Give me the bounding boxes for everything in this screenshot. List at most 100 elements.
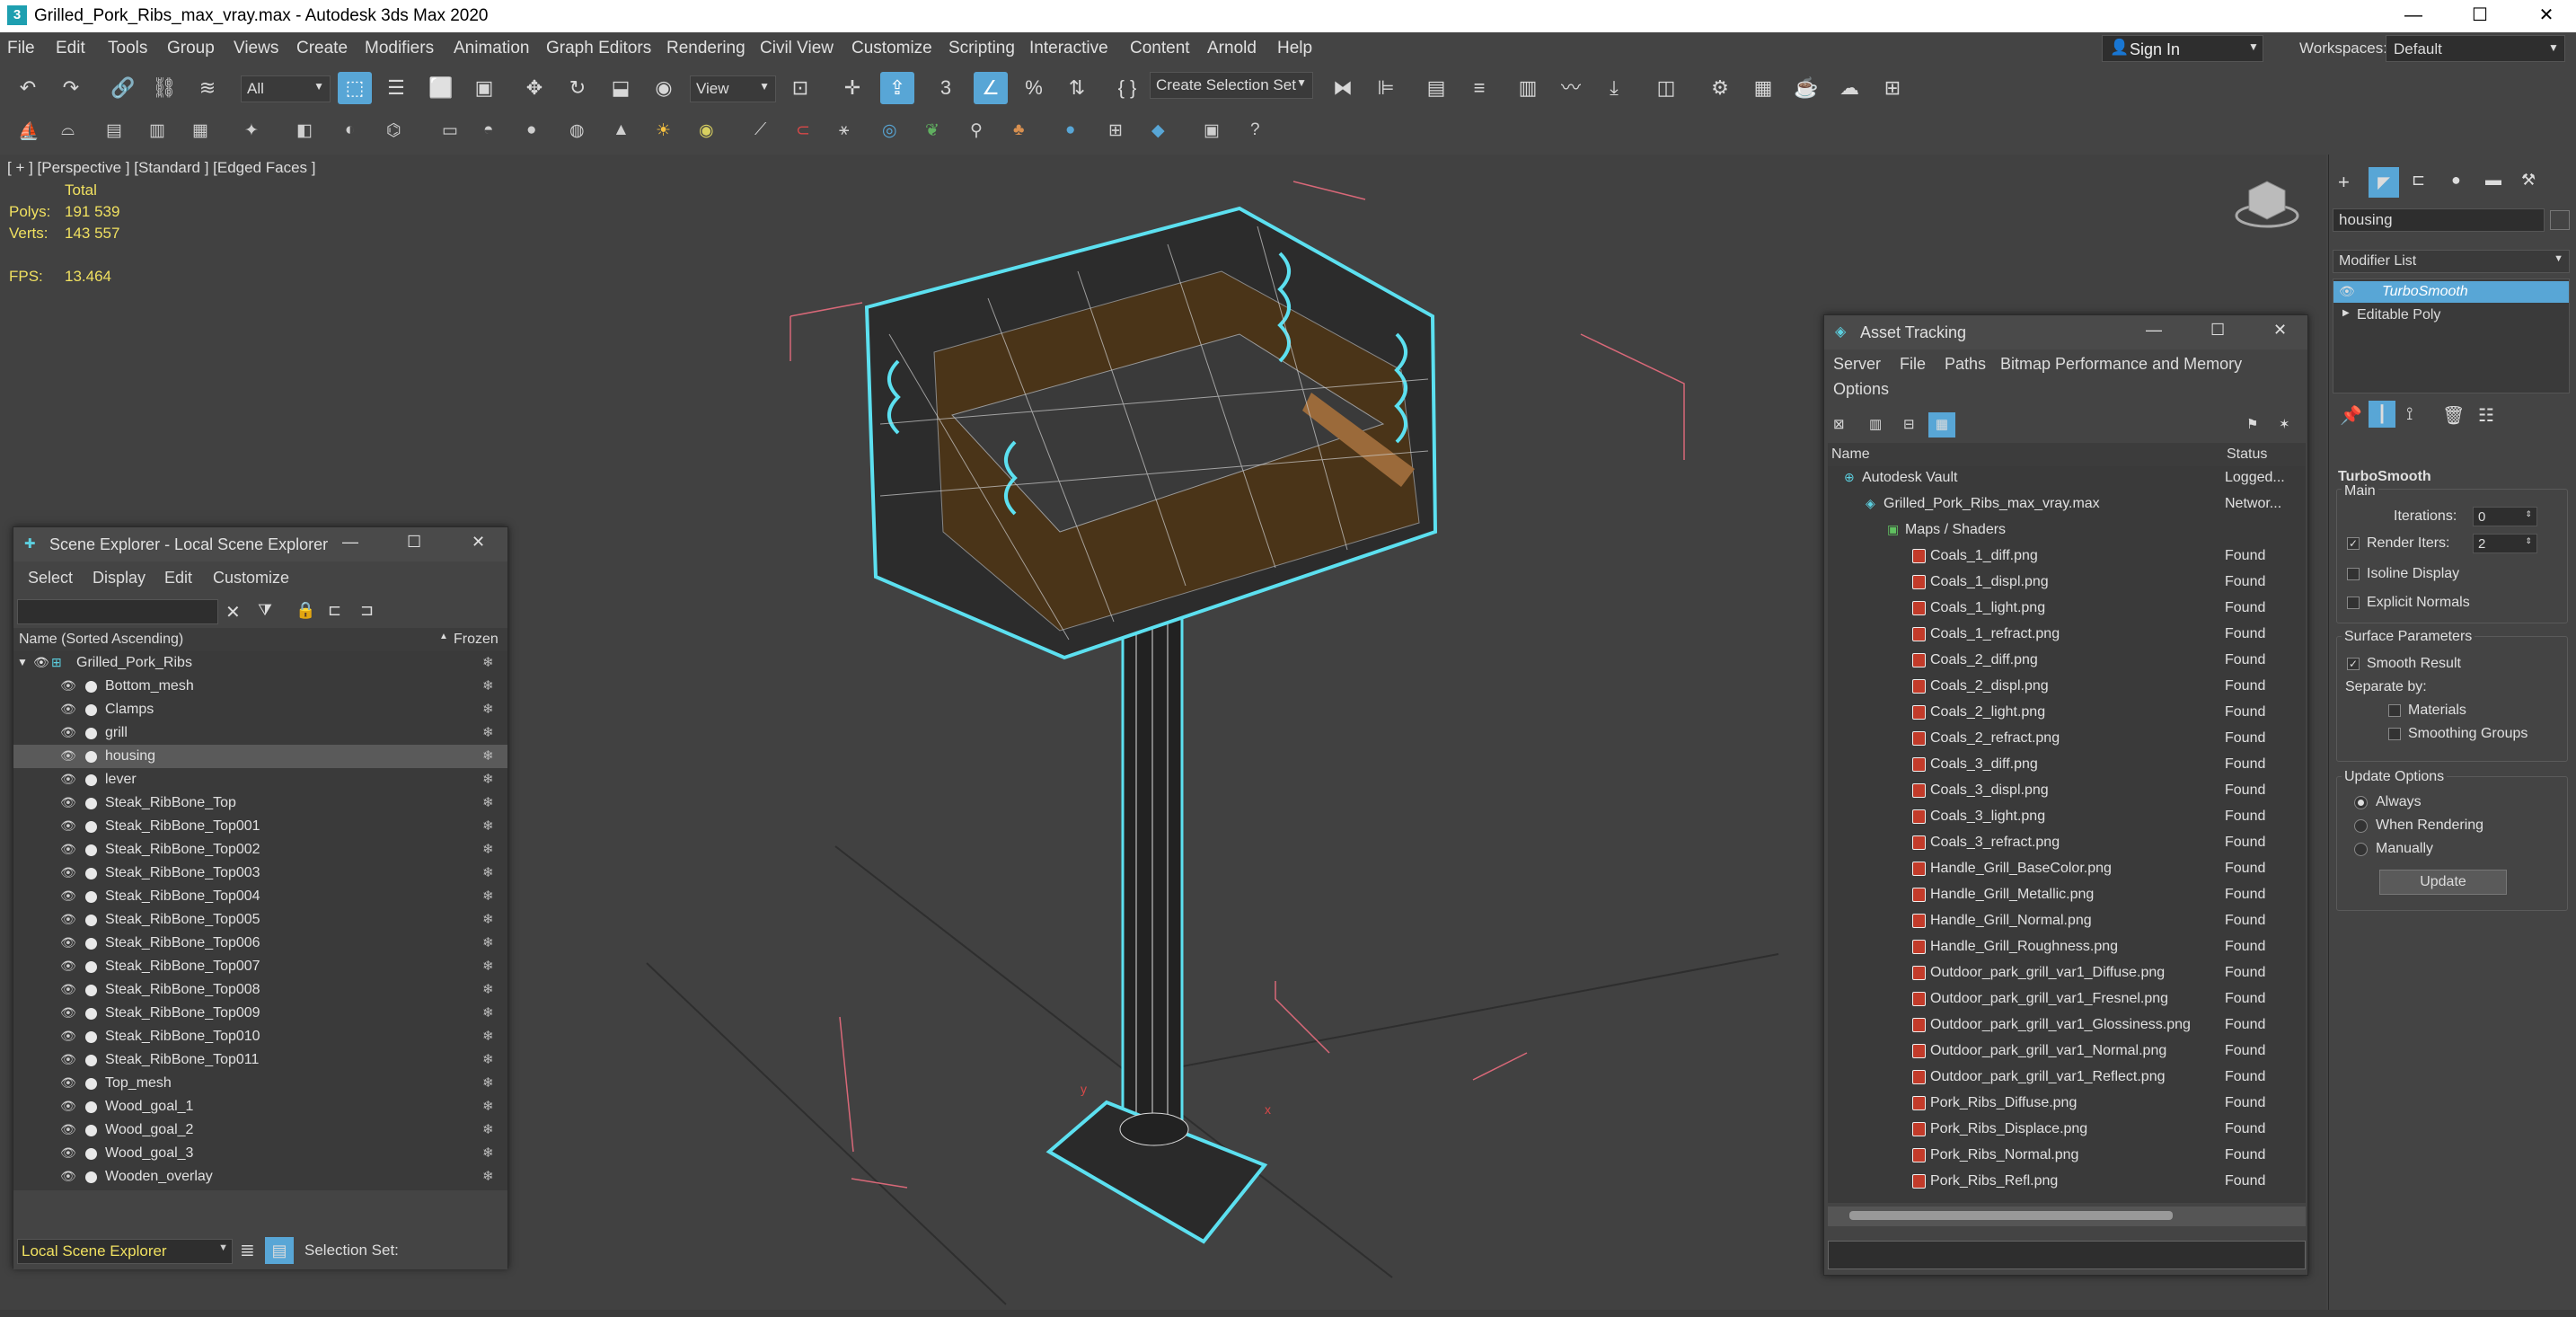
percent-snap-icon[interactable]: % [1017,72,1051,104]
smoothing-groups-checkbox[interactable] [2388,728,2401,740]
plant-icon[interactable]: ❦ [925,120,940,141]
minimize-icon[interactable]: — [2146,321,2162,340]
bone-icon[interactable]: ⚹ [839,120,849,140]
layer-explorer-icon[interactable]: ≡ [1462,72,1496,104]
pivot-center-icon[interactable]: ⊡ [783,72,817,104]
tree-view-icon[interactable]: ▦ [1928,412,1955,438]
frozen-icon[interactable]: ❄ [482,911,494,927]
eye-icon[interactable]: 👁 [60,1145,76,1160]
eye-icon[interactable]: 👁 [60,1005,76,1020]
eye-icon[interactable]: 👁 [60,748,76,763]
spinner-snap-icon[interactable]: ⇅ [1060,72,1094,104]
asset-row[interactable]: Handle_Grill_Roughness.png Found [1828,935,2306,959]
vault-icon[interactable]: ✶ [2279,416,2290,432]
scene-object-row[interactable]: 👁 Wood_goal_1 ❄ [13,1095,507,1118]
asset-row[interactable]: Handle_Grill_Normal.png Found [1828,909,2306,933]
clear-search-icon[interactable]: ✕ [225,601,241,623]
unlink-icon[interactable]: ⛓ [147,72,181,104]
menu-help[interactable]: Help [1277,39,1312,58]
lock-icon[interactable]: 🔒 [296,601,315,620]
scene-object-row[interactable]: 👁 Steak_RibBone_Top008 ❄ [13,978,507,1002]
open-explorer-icon[interactable]: ⛵ [18,120,40,142]
select-object-icon[interactable]: ⬚ [338,72,372,104]
link-icon[interactable]: 🔗 [106,72,140,104]
eye-icon[interactable]: 👁 [60,818,76,833]
frozen-icon[interactable]: ❄ [482,701,494,717]
rendered-frame-icon[interactable]: ▦ [1746,72,1780,104]
update-button[interactable]: Update [2379,870,2507,895]
list-icon[interactable]: ▥ [149,120,165,141]
configure-modifier-icon[interactable]: ☷ [2478,404,2494,427]
render-cloud-icon[interactable]: ☁ [1832,72,1866,104]
se-menu-display[interactable]: Display [93,569,146,588]
minimize-icon[interactable]: — [342,533,358,552]
named-selection-dropdown[interactable]: Create Selection Set ▼ [1150,72,1313,99]
tree-icon[interactable]: ♣ [1013,120,1024,140]
asset-row[interactable]: Outdoor_park_grill_var1_Diffuse.png Found [1828,961,2306,985]
container-icon[interactable]: ⌓ [61,120,75,140]
modifier-list-dropdown[interactable]: Modifier List ▼ [2333,250,2570,273]
scene-object-row[interactable]: 👁 grill ❄ [13,721,507,745]
eye-icon[interactable]: 👁 [60,1052,76,1066]
stack-item-editable-poly[interactable]: ▶ Editable Poly [2333,305,2569,326]
light-list-icon[interactable]: ✦ [244,120,259,141]
frozen-icon[interactable]: ❄ [482,747,494,764]
render-setup-icon[interactable]: ⚙ [1703,72,1737,104]
asset-path-field[interactable] [1828,1241,2306,1269]
close-icon[interactable]: ✕ [2273,321,2287,340]
render-iters-spinner[interactable]: 2 ⇕ [2473,534,2537,553]
edit-named-sets-icon[interactable]: { } [1110,72,1144,104]
menu-interactive[interactable]: Interactive [1029,39,1108,58]
tree-root[interactable]: ▼ 👁 ⊞ Grilled_Pork_Ribs ❄ [13,651,507,675]
asset-row[interactable]: Handle_Grill_Metallic.png Found [1828,883,2306,906]
scene-search-input[interactable] [17,599,218,624]
schematic-view-icon[interactable]: ⤓ [1597,72,1631,104]
bind-spacewarp-icon[interactable]: ≋ [190,72,225,104]
render-iters-checkbox[interactable]: ✓ [2347,537,2360,550]
frozen-icon[interactable]: ❄ [482,1074,494,1091]
walk-icon[interactable]: ⚲ [970,120,983,141]
eye-icon[interactable]: 👁 [60,1029,76,1043]
stack-item-turbosmooth[interactable]: 👁 TurboSmooth [2333,281,2569,303]
scene-icon[interactable]: ▤ [106,120,122,141]
expand-icon[interactable]: ⊐ [360,601,374,620]
scene-object-row[interactable]: 👁 Clamps ❄ [13,698,507,721]
pin-stack-icon[interactable]: 📌 [2340,404,2362,427]
make-unique-icon[interactable]: ⟟ [2406,404,2413,425]
eye-icon[interactable]: 👁 [60,982,76,996]
isoline-checkbox[interactable] [2347,568,2360,580]
render-production-icon[interactable]: ☕ [1789,72,1823,104]
asset-row[interactable]: Outdoor_park_grill_var1_Glossiness.png Fo… [1828,1013,2306,1037]
frozen-icon[interactable]: ❄ [482,934,494,950]
teapot-icon[interactable]: ◍ [569,120,585,141]
system-icon[interactable]: ⌬ [386,120,401,141]
eye-icon[interactable]: 👁 [60,1099,76,1113]
scene-object-row[interactable]: 👁 Wood_goal_2 ❄ [13,1118,507,1142]
frozen-icon[interactable]: ❄ [482,1145,494,1161]
when-rendering-radio[interactable] [2354,819,2368,833]
collapse-icon[interactable]: ▼ [17,656,28,668]
object-color-swatch[interactable] [2550,210,2570,230]
menu-civil-view[interactable]: Civil View [760,39,834,58]
menu-customize[interactable]: Customize [851,39,932,58]
box-icon[interactable]: ▭ [442,120,458,141]
col-frozen[interactable]: Frozen [454,632,498,648]
frozen-icon[interactable]: ❄ [482,958,494,974]
scene-object-row[interactable]: 👁 Steak_RibBone_Top005 ❄ [13,908,507,932]
scene-object-row[interactable]: 👁 Steak_RibBone_Top001 ❄ [13,815,507,838]
grid-icon[interactable]: ▦ [192,120,208,141]
frozen-icon[interactable]: ❄ [482,1028,494,1044]
scene-object-row[interactable]: 👁 Wood_goal_3 ❄ [13,1142,507,1165]
at-menu-server[interactable]: Server [1833,355,1881,374]
eye-icon[interactable]: 👁 [60,1169,76,1183]
smooth-result-checkbox[interactable]: ✓ [2347,658,2360,670]
scene-icon[interactable]: ▤ [265,1237,294,1264]
utilities-tab-icon[interactable]: ⚒ [2521,171,2536,190]
window-crossing-icon[interactable]: ▣ [467,72,501,104]
sign-in-dropdown[interactable]: 👤 Sign In ▼ [2102,35,2263,62]
eye-icon[interactable]: 👁 [60,935,76,950]
asset-row[interactable]: Pork_Ribs_Diffuse.png Found [1828,1092,2306,1115]
magnet-icon[interactable]: ⊂ [796,120,810,141]
eye-icon[interactable]: 👁 [33,655,49,670]
asset-row[interactable]: Coals_2_diff.png Found [1828,649,2306,672]
